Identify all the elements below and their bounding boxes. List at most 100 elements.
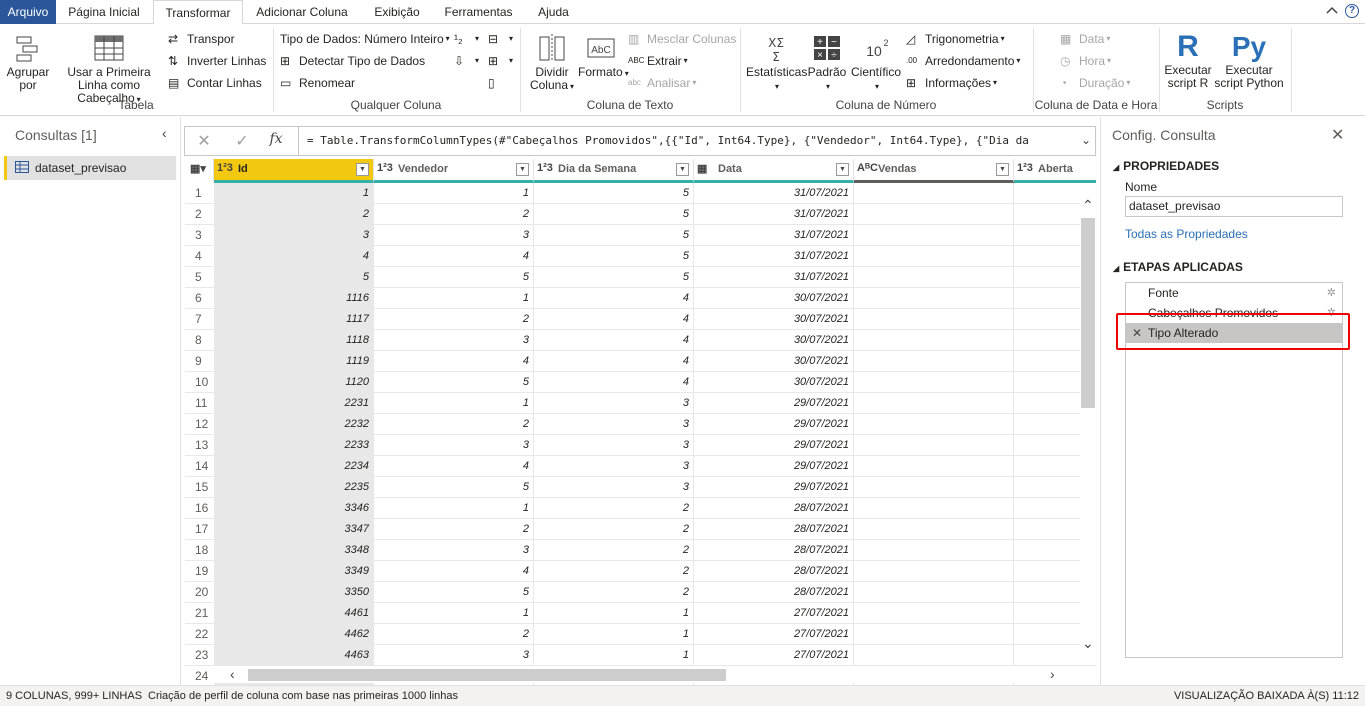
table-cell[interactable]: 4: [534, 288, 694, 309]
table-cell[interactable]: 2234: [214, 456, 374, 477]
table-cell[interactable]: [854, 309, 1014, 330]
tab-transformar[interactable]: Transformar: [153, 0, 243, 25]
table-cell[interactable]: 29/07/2021: [694, 393, 854, 414]
table-cell[interactable]: 1: [374, 603, 534, 624]
tipo-dados-dropdown[interactable]: Tipo de Dados: Número Inteiro ▾: [280, 32, 450, 46]
table-cell[interactable]: 28/07/2021: [694, 561, 854, 582]
fill-button[interactable]: ⇩ ▾: [454, 54, 479, 68]
tab-arquivo[interactable]: Arquivo: [0, 0, 56, 24]
type-icon[interactable]: 1²3: [537, 162, 553, 174]
scroll-down-icon[interactable]: ⌄: [1082, 635, 1094, 652]
row-number[interactable]: 23: [185, 645, 214, 666]
table-cell[interactable]: 31/07/2021: [694, 183, 854, 204]
table-cell[interactable]: 29/07/2021: [694, 435, 854, 456]
table-cell[interactable]: 5: [374, 477, 534, 498]
type-icon[interactable]: ▦: [697, 162, 707, 175]
table-cell[interactable]: 29/07/2021: [694, 414, 854, 435]
column-header-aberta[interactable]: 1²3 Aberta: [1014, 159, 1096, 183]
table-cell[interactable]: 30/07/2021: [694, 351, 854, 372]
table-cell[interactable]: 2232: [214, 414, 374, 435]
table-cell[interactable]: 2: [374, 624, 534, 645]
table-cell[interactable]: 3: [214, 225, 374, 246]
table-cell[interactable]: 1: [534, 603, 694, 624]
table-cell[interactable]: 4: [534, 372, 694, 393]
table-cell[interactable]: 3: [374, 645, 534, 666]
table-cell[interactable]: 28/07/2021: [694, 498, 854, 519]
table-cell[interactable]: [854, 477, 1014, 498]
table-cell[interactable]: 3: [534, 477, 694, 498]
estatisticas-button[interactable]: XΣ Σ Estatísticas ▾: [746, 34, 807, 93]
row-number[interactable]: 9: [185, 351, 214, 372]
table-cell[interactable]: 31/07/2021: [694, 267, 854, 288]
table-cell[interactable]: 3346: [214, 498, 374, 519]
table-cell[interactable]: 31/07/2021: [694, 246, 854, 267]
table-cell[interactable]: 3: [374, 225, 534, 246]
cancel-formula-icon[interactable]: ✕: [193, 131, 215, 151]
table-cell[interactable]: 4: [534, 309, 694, 330]
mesclar-colunas-button[interactable]: ▥ Mesclar Colunas: [628, 32, 736, 46]
row-number[interactable]: 15: [185, 477, 214, 498]
table-cell[interactable]: [854, 498, 1014, 519]
detectar-tipo-button[interactable]: ⊞ Detectar Tipo de Dados: [280, 54, 425, 68]
table-cell[interactable]: 3: [374, 330, 534, 351]
table-cell[interactable]: 30/07/2021: [694, 309, 854, 330]
type-icon[interactable]: 1²3: [1017, 162, 1033, 174]
help-icon[interactable]: ?: [1345, 4, 1359, 18]
table-cell[interactable]: 5: [534, 204, 694, 225]
row-number[interactable]: 20: [185, 582, 214, 603]
table-cell[interactable]: 28/07/2021: [694, 582, 854, 603]
table-cell[interactable]: 1: [374, 183, 534, 204]
table-cell[interactable]: [854, 351, 1014, 372]
table-cell[interactable]: 4: [214, 246, 374, 267]
column-header-vendas[interactable]: AᴮC Vendas ▼: [854, 159, 1014, 183]
table-cell[interactable]: 2: [534, 498, 694, 519]
table-cell[interactable]: 3: [534, 456, 694, 477]
type-icon[interactable]: 1²3: [377, 162, 393, 174]
row-number[interactable]: 10: [185, 372, 214, 393]
horizontal-scroll-thumb[interactable]: [248, 669, 726, 681]
table-cell[interactable]: [854, 603, 1014, 624]
table-cell[interactable]: 2235: [214, 477, 374, 498]
agrupar-por-button[interactable]: Agrupar por: [4, 34, 52, 92]
table-cell[interactable]: 2231: [214, 393, 374, 414]
table-cell[interactable]: 2: [374, 414, 534, 435]
row-number[interactable]: 18: [185, 540, 214, 561]
row-number[interactable]: 4: [185, 246, 214, 267]
chevron-down-icon[interactable]: ⌄: [1081, 133, 1091, 147]
arredondamento-button[interactable]: .00 Arredondamento ▾: [906, 54, 1020, 68]
table-cell[interactable]: [854, 246, 1014, 267]
table-cell[interactable]: 29/07/2021: [694, 477, 854, 498]
table-cell[interactable]: 2: [374, 204, 534, 225]
row-number[interactable]: 2: [185, 204, 214, 225]
table-cell[interactable]: 27/07/2021: [694, 624, 854, 645]
table-cell[interactable]: 3: [374, 540, 534, 561]
renomear-button[interactable]: ▭ Renomear: [280, 76, 355, 90]
row-number[interactable]: 6: [185, 288, 214, 309]
cientifico-button[interactable]: 10 2 Científico ▾: [850, 34, 902, 93]
table-cell[interactable]: 5: [374, 372, 534, 393]
contar-linhas-button[interactable]: ▤ Contar Linhas: [168, 76, 262, 90]
table-cell[interactable]: 31/07/2021: [694, 225, 854, 246]
table-cell[interactable]: 4: [374, 561, 534, 582]
tab-exibicao[interactable]: Exibição: [362, 0, 432, 24]
informacoes-button[interactable]: ⊞ Informações ▾: [906, 76, 997, 90]
table-cell[interactable]: 1: [374, 498, 534, 519]
scroll-right-icon[interactable]: ›: [1050, 666, 1055, 682]
chevron-left-icon[interactable]: ‹: [162, 125, 167, 141]
table-cell[interactable]: [854, 624, 1014, 645]
row-number[interactable]: 11: [185, 393, 214, 414]
fx-icon[interactable]: fx: [265, 131, 287, 151]
table-cell[interactable]: [854, 456, 1014, 477]
duracao-button[interactable]: ◔ Duração ▾: [1060, 76, 1130, 90]
table-cell[interactable]: [854, 204, 1014, 225]
table-cell[interactable]: 2: [534, 582, 694, 603]
row-number[interactable]: 5: [185, 267, 214, 288]
table-cell[interactable]: [854, 330, 1014, 351]
row-number[interactable]: 21: [185, 603, 214, 624]
table-cell[interactable]: 5: [534, 183, 694, 204]
commit-formula-icon[interactable]: ✓: [231, 131, 253, 151]
tab-adicionar-coluna[interactable]: Adicionar Coluna: [247, 0, 357, 24]
table-cell[interactable]: 28/07/2021: [694, 519, 854, 540]
table-cell[interactable]: [854, 582, 1014, 603]
table-cell[interactable]: 2: [534, 519, 694, 540]
